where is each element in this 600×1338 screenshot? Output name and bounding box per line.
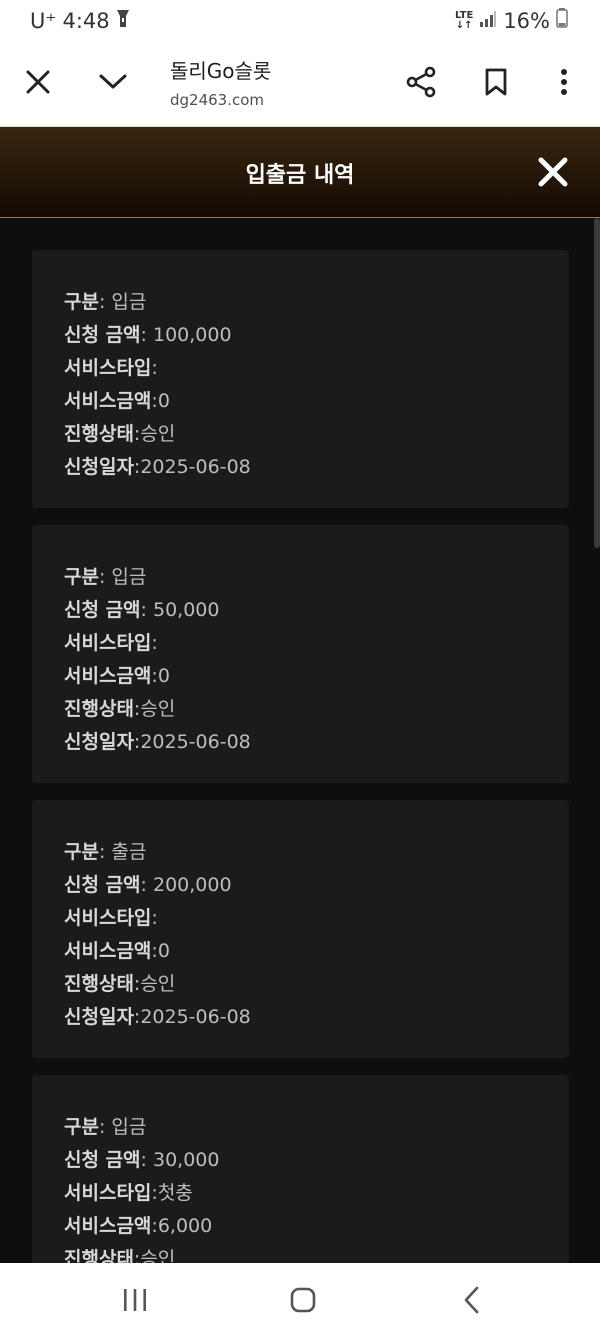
card-row-status: 진행상태:승인: [64, 1248, 176, 1263]
history-card: 구분: 입금 신청 금액: 30,000 서비스타입:첫충 서비스금액:6,00…: [32, 1075, 569, 1263]
history-card: 구분: 출금 신청 금액: 200,000 서비스타입: 서비스금액:0 진행상…: [32, 800, 569, 1058]
card-row-service-amount: 서비스금액:0: [64, 665, 170, 687]
history-card: 구분: 입금 신청 금액: 50,000 서비스타입: 서비스금액:0 진행상태…: [32, 525, 569, 783]
more-vert-icon[interactable]: [550, 64, 578, 100]
card-row-amount: 신청 금액: 30,000: [64, 1149, 220, 1171]
modal-close-icon[interactable]: [536, 155, 570, 189]
card-row-status: 진행상태:승인: [64, 698, 176, 720]
status-bar: U⁺ 4:48 LTE ↓↑ 16%: [0, 0, 600, 42]
close-icon[interactable]: [22, 66, 54, 98]
card-row-amount: 신청 금액: 200,000: [64, 874, 232, 896]
system-nav-bar: [0, 1263, 600, 1338]
battery-icon: [556, 8, 568, 33]
card-row-status: 진행상태:승인: [64, 423, 176, 445]
modal-title: 입출금 내역: [245, 163, 355, 188]
card-row-amount: 신청 금액: 50,000: [64, 599, 220, 621]
chevron-down-icon[interactable]: [96, 66, 130, 98]
site-url[interactable]: dg2463.com: [170, 91, 264, 109]
card-row-service-type: 서비스타입:: [64, 907, 158, 929]
card-row-service-type: 서비스타입:: [64, 632, 158, 654]
back-icon[interactable]: [452, 1285, 492, 1315]
card-row-service-amount: 서비스금액:0: [64, 940, 170, 962]
card-row-service-amount: 서비스금액:6,000: [64, 1215, 213, 1237]
card-row-date: 신청일자:2025-06-08: [64, 731, 251, 753]
card-row-service-amount: 서비스금액:0: [64, 390, 170, 412]
card-row-type: 구분: 출금: [64, 841, 147, 863]
share-icon[interactable]: [402, 64, 440, 100]
card-row-type: 구분: 입금: [64, 566, 147, 588]
card-row-date: 신청일자:2025-06-08: [64, 456, 251, 478]
card-row-type: 구분: 입금: [64, 291, 147, 313]
battery-percent: 16%: [503, 8, 550, 33]
card-row-service-type: 서비스타입:: [64, 357, 158, 379]
bookmark-icon[interactable]: [478, 64, 514, 100]
card-row-type: 구분: 입금: [64, 1116, 147, 1138]
signal-icon: [479, 9, 497, 33]
modal-header: 입출금 내역: [0, 127, 600, 218]
flashlight-icon: [116, 8, 130, 33]
history-list[interactable]: 구분: 입금 신청 금액: 100,000 서비스타입: 서비스금액:0 진행상…: [0, 218, 600, 1263]
history-card: 구분: 입금 신청 금액: 100,000 서비스타입: 서비스금액:0 진행상…: [32, 250, 569, 508]
site-title[interactable]: 돌리Go슬롯: [170, 55, 271, 84]
card-row-amount: 신청 금액: 100,000: [64, 324, 232, 346]
network-type: LTE ↓↑: [454, 9, 474, 31]
scrollbar[interactable]: [594, 218, 600, 548]
card-row-status: 진행상태:승인: [64, 973, 176, 995]
browser-toolbar: 돌리Go슬롯 dg2463.com: [0, 42, 600, 127]
home-icon[interactable]: [283, 1285, 323, 1315]
recent-apps-icon[interactable]: [115, 1285, 155, 1315]
carrier-label: U⁺: [30, 8, 57, 33]
card-row-date: 신청일자:2025-06-08: [64, 1006, 251, 1028]
card-row-service-type: 서비스타입:첫충: [64, 1182, 193, 1204]
clock: 4:48: [62, 8, 110, 33]
